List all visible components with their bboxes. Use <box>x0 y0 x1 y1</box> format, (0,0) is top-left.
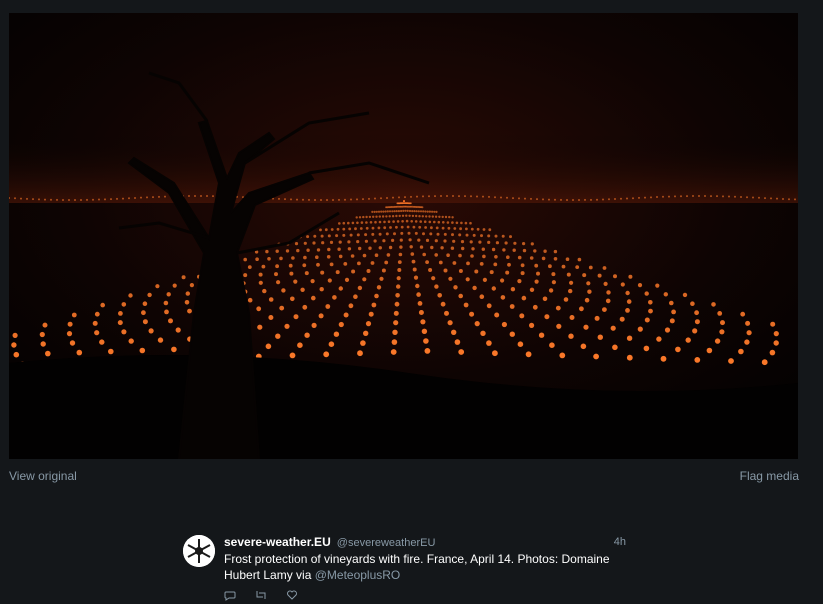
tweet-media-image[interactable] <box>9 13 798 459</box>
mention-link[interactable]: @MeteoplusRO <box>315 568 401 582</box>
tweet-text: Frost protection of vineyards with fire.… <box>224 551 628 583</box>
heart-icon[interactable] <box>286 589 298 603</box>
user-handle[interactable]: @severeweatherEU <box>337 537 436 549</box>
snowflake-logo-icon <box>183 535 215 567</box>
tweet-body: severe-weather.EU @severeweatherEU 4h Fr… <box>224 535 628 603</box>
display-name[interactable]: severe-weather.EU <box>224 535 331 549</box>
tweet-header: severe-weather.EU @severeweatherEU 4h <box>224 535 628 550</box>
view-original-link[interactable]: View original <box>9 469 77 483</box>
avatar[interactable] <box>183 535 215 567</box>
timestamp[interactable]: 4h <box>614 535 626 550</box>
retweet-icon[interactable] <box>254 589 268 603</box>
tweet-text-body: Frost protection of vineyards with fire.… <box>224 552 610 582</box>
vineyard-fire-photo <box>9 13 798 459</box>
reply-icon[interactable] <box>224 589 236 603</box>
flag-media-link[interactable]: Flag media <box>740 469 799 483</box>
tweet-actions <box>224 589 628 603</box>
